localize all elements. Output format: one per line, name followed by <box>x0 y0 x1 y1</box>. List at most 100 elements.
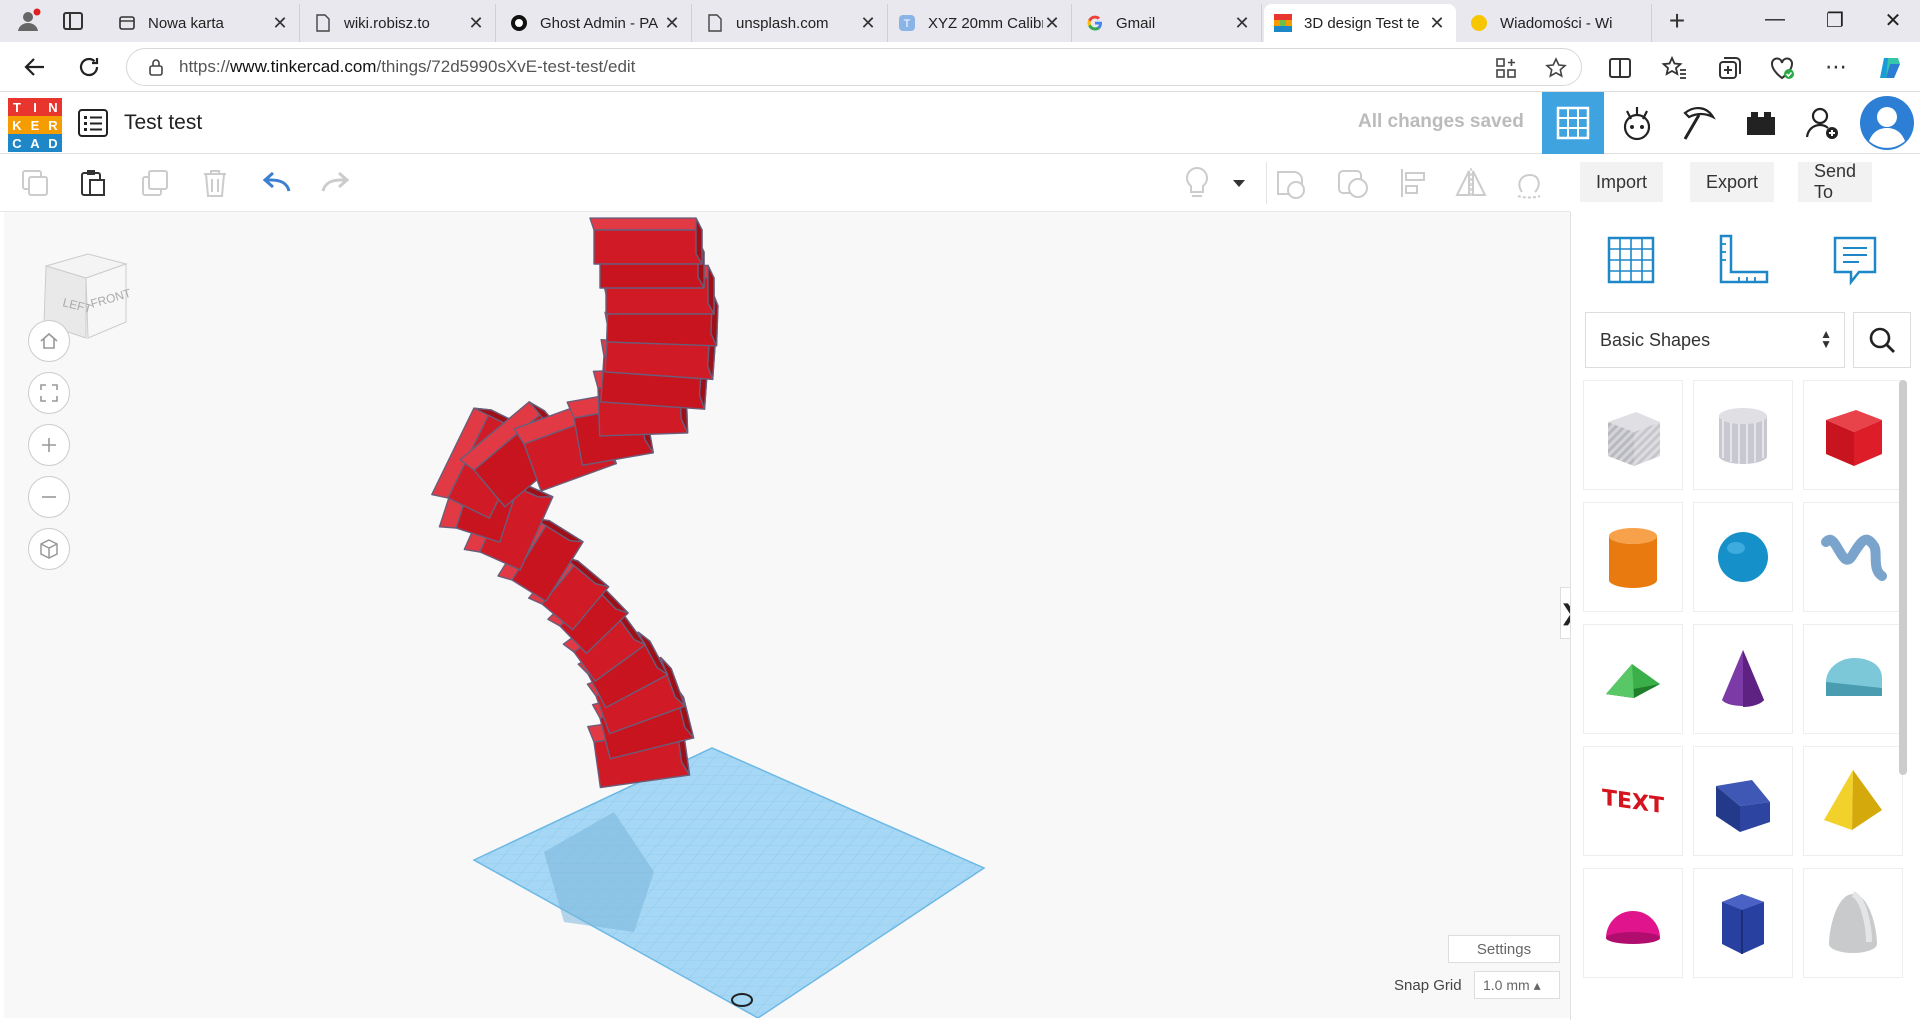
shape-tile-box-hole[interactable] <box>1583 380 1683 490</box>
favorite-star-icon[interactable] <box>1545 57 1567 79</box>
shape-tile-paraboloid[interactable] <box>1803 868 1903 978</box>
redo-icon <box>321 171 350 192</box>
undo-button[interactable] <box>260 166 294 200</box>
collections-icon[interactable] <box>1714 54 1742 82</box>
copilot-icon[interactable] <box>1876 54 1904 82</box>
split-screen-icon[interactable] <box>1606 54 1634 82</box>
cruise-hand-icon <box>1517 174 1541 199</box>
back-icon[interactable] <box>22 54 48 80</box>
cruise-button[interactable] <box>1512 166 1546 200</box>
notes-dropdown-button[interactable] <box>1222 166 1256 200</box>
snap-grid-select[interactable]: 1.0 mm ▴ <box>1474 971 1560 999</box>
close-tab-icon[interactable]: ✕ <box>467 13 485 34</box>
tab-actions-icon[interactable] <box>62 10 84 32</box>
copy-button[interactable] <box>18 166 52 200</box>
3d-workplane-viewport[interactable]: LEFT FRONT ❯ Settings Snap Grid 1.0 mm ▴ <box>4 212 1578 1018</box>
lego-view-button[interactable] <box>1730 92 1792 154</box>
new-tab-button[interactable]: + <box>1662 6 1692 36</box>
tab-gmail[interactable]: Gmail ✕ <box>1076 4 1262 42</box>
logo-letter: I <box>26 98 44 116</box>
pickaxe-icon <box>1683 107 1716 140</box>
more-menu-icon[interactable]: ⋯ <box>1822 54 1850 82</box>
close-tab-icon[interactable]: ✕ <box>1043 13 1061 34</box>
profile-icon[interactable] <box>14 7 42 35</box>
workplane-tool-icon[interactable] <box>1601 230 1661 290</box>
shape-search-button[interactable] <box>1853 312 1911 368</box>
close-tab-icon[interactable]: ✕ <box>663 13 681 34</box>
shape-tile-half-sphere[interactable] <box>1583 868 1683 978</box>
tab-unsplash[interactable]: unsplash.com ✕ <box>696 4 888 42</box>
shape-tile-cylinder-hole[interactable] <box>1693 380 1793 490</box>
close-tab-icon[interactable]: ✕ <box>1233 13 1251 34</box>
tab-xyz-calibration[interactable]: T XYZ 20mm Calibr ✕ <box>888 4 1072 42</box>
shape-tile-text[interactable]: TEXT <box>1583 746 1683 856</box>
send-to-button[interactable]: Send To <box>1798 161 1873 202</box>
shape-tile-box[interactable] <box>1803 380 1903 490</box>
shape-tile-cone[interactable] <box>1693 624 1793 734</box>
delete-button[interactable] <box>198 166 232 200</box>
import-button[interactable]: Import <box>1580 162 1664 202</box>
tab-title: Ghost Admin - PA <box>540 14 659 32</box>
close-window-icon[interactable]: ✕ <box>1878 8 1908 33</box>
logo-letter: N <box>44 98 62 116</box>
close-tab-icon[interactable]: ✕ <box>1428 13 1446 34</box>
group-button[interactable] <box>1274 166 1308 200</box>
align-button[interactable] <box>1396 166 1430 200</box>
undo-icon <box>262 171 291 192</box>
user-avatar[interactable] <box>1856 92 1918 154</box>
restore-icon[interactable]: ❐ <box>1820 8 1850 33</box>
design-list-icon[interactable] <box>78 109 108 137</box>
shape-tile-scribble[interactable] <box>1803 502 1903 612</box>
close-tab-icon[interactable]: ✕ <box>271 13 289 34</box>
ungroup-button[interactable] <box>1336 166 1370 200</box>
paste-button[interactable] <box>76 166 110 200</box>
shape-tile-wedge[interactable] <box>1693 746 1793 856</box>
shapes-panel: Basic Shapes ▲ ▼ TEXT <box>1570 212 1920 1020</box>
blocks-view-button[interactable] <box>1606 92 1668 154</box>
design-title[interactable]: Test test <box>124 111 202 135</box>
edit-toolbar: Import Export Send To <box>0 154 1873 212</box>
stair-step[interactable] <box>589 217 703 265</box>
notes-tool-icon[interactable] <box>1825 230 1885 290</box>
svg-text:T: T <box>904 18 911 30</box>
favorites-icon[interactable] <box>1660 54 1688 82</box>
shape-tile-sphere[interactable] <box>1693 502 1793 612</box>
workplane-scene[interactable] <box>4 212 1294 1018</box>
spiral-staircase-model[interactable] <box>431 217 719 789</box>
redo-button[interactable] <box>318 166 352 200</box>
3d-design-view-button[interactable] <box>1542 92 1604 154</box>
trash-icon <box>204 170 226 197</box>
shape-tile-pyramid[interactable] <box>1803 746 1903 856</box>
mirror-button[interactable] <box>1454 166 1488 200</box>
search-icon <box>1869 327 1895 353</box>
shape-tile-cylinder[interactable] <box>1583 502 1683 612</box>
browser-essentials-icon[interactable] <box>1768 54 1796 82</box>
settings-button[interactable]: Settings <box>1448 935 1560 963</box>
app-available-icon[interactable] <box>1495 57 1517 79</box>
tab-wiadomosci[interactable]: Wiadomości - Wi <box>1460 4 1652 42</box>
shape-category-select[interactable]: Basic Shapes ▲ ▼ <box>1585 312 1845 368</box>
url-field[interactable]: https://www.tinkercad.com/things/72d5990… <box>126 48 1582 86</box>
logo-letter: R <box>44 116 62 134</box>
minimize-icon[interactable]: — <box>1760 8 1790 31</box>
google-icon <box>1086 14 1104 32</box>
tab-ghost-admin[interactable]: Ghost Admin - PA ✕ <box>500 4 692 42</box>
reload-icon[interactable] <box>76 54 102 80</box>
shape-tile-round-roof[interactable] <box>1803 624 1903 734</box>
shape-tile-roof[interactable] <box>1583 624 1683 734</box>
tinkercad-logo[interactable]: TINKERCAD <box>8 98 62 152</box>
invite-collaborators-button[interactable] <box>1792 92 1854 154</box>
ungroup-icon <box>1338 170 1368 198</box>
tab-tinkercad-active[interactable]: 3D design Test te ✕ <box>1264 4 1456 42</box>
close-tab-icon[interactable]: ✕ <box>859 13 877 34</box>
bricks-view-button[interactable] <box>1668 92 1730 154</box>
shape-tile-polygon[interactable] <box>1693 868 1793 978</box>
tab-nowa-karta[interactable]: Nowa karta ✕ <box>108 4 300 42</box>
lightbulb-icon <box>1186 166 1208 197</box>
panel-scrollbar[interactable] <box>1899 380 1907 775</box>
notes-button[interactable] <box>1180 166 1214 200</box>
duplicate-button[interactable] <box>138 166 172 200</box>
ruler-tool-icon[interactable] <box>1713 230 1773 290</box>
export-button[interactable]: Export <box>1690 162 1775 202</box>
tab-wiki[interactable]: wiki.robisz.to ✕ <box>304 4 496 42</box>
